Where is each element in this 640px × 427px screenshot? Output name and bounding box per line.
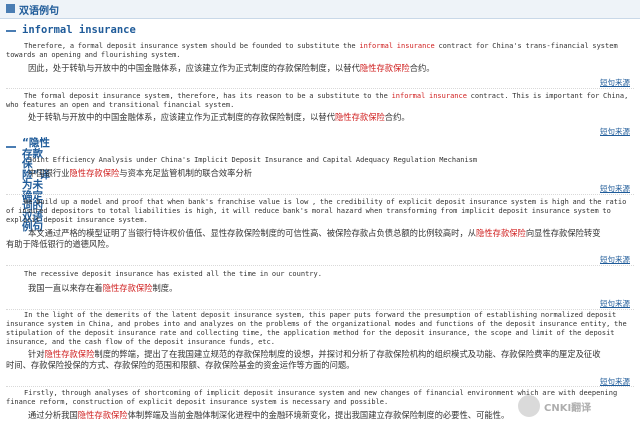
example-zh: 我国一直以来存在着隐性存款保险制度。 — [28, 283, 178, 293]
example-en: The formal deposit insurance system, the… — [6, 92, 629, 109]
example-en: Therefore, a formal deposit insurance sy… — [6, 42, 618, 59]
header-title: 双语例句 — [19, 6, 59, 17]
bilingual-examples-header: 双语例句 — [0, 0, 640, 19]
divider — [6, 309, 634, 310]
divider — [6, 265, 634, 266]
example-en: Joint Efficiency Analysis under China's … — [28, 156, 478, 164]
source-link[interactable]: 短句来源 — [600, 183, 630, 194]
watermark-text: CNKI翻译 — [544, 403, 592, 414]
section-title: informal insurance — [22, 24, 136, 36]
heading-dash-icon — [6, 146, 16, 148]
source-link[interactable]: 短句来源 — [600, 298, 630, 309]
example-zh: 通过分析我国隐性存款保险体制弊端及当前金融体制深化进程中的金融环境新变化，提出我… — [28, 410, 510, 420]
example-en: The recessive deposit insurance has exis… — [24, 270, 322, 278]
example-zh: 因此，处于转轨与开放中的中国金融体系，应该建立作为正式制度的存款保险制度，以替代… — [28, 63, 435, 73]
divider — [6, 194, 634, 195]
source-link[interactable]: 短句来源 — [600, 77, 630, 88]
example-en: In the light of the demerits of the late… — [6, 311, 627, 346]
heading-dash-icon — [6, 30, 16, 32]
divider — [6, 88, 634, 89]
watermark: CNKI翻译 — [518, 395, 628, 417]
source-link[interactable]: 短句来源 — [600, 126, 630, 137]
source-link[interactable]: 短句来源 — [600, 254, 630, 265]
example-zh: 针对隐性存款保险制度的弊端，提出了在我国建立规范的存款保险制度的设想，并探讨和分… — [6, 349, 601, 370]
example-zh: 本文通过严格的模型证明了当银行特许权价值低、显性存款保险制度的可信性高、被保险存… — [6, 228, 601, 249]
section-bullet-icon — [6, 4, 15, 13]
wechat-logo-icon — [518, 395, 540, 417]
example-zh: 中国银行业隐性存款保险与资本充足监管机制的联合效率分析 — [28, 168, 253, 178]
divider — [6, 386, 634, 387]
example-en: We build up a model and proof that when … — [6, 198, 627, 224]
example-zh: 处于转轨与开放中的中国金融体系，应该建立作为正式制度的存款保险制度，以替代隐性存… — [28, 112, 410, 122]
